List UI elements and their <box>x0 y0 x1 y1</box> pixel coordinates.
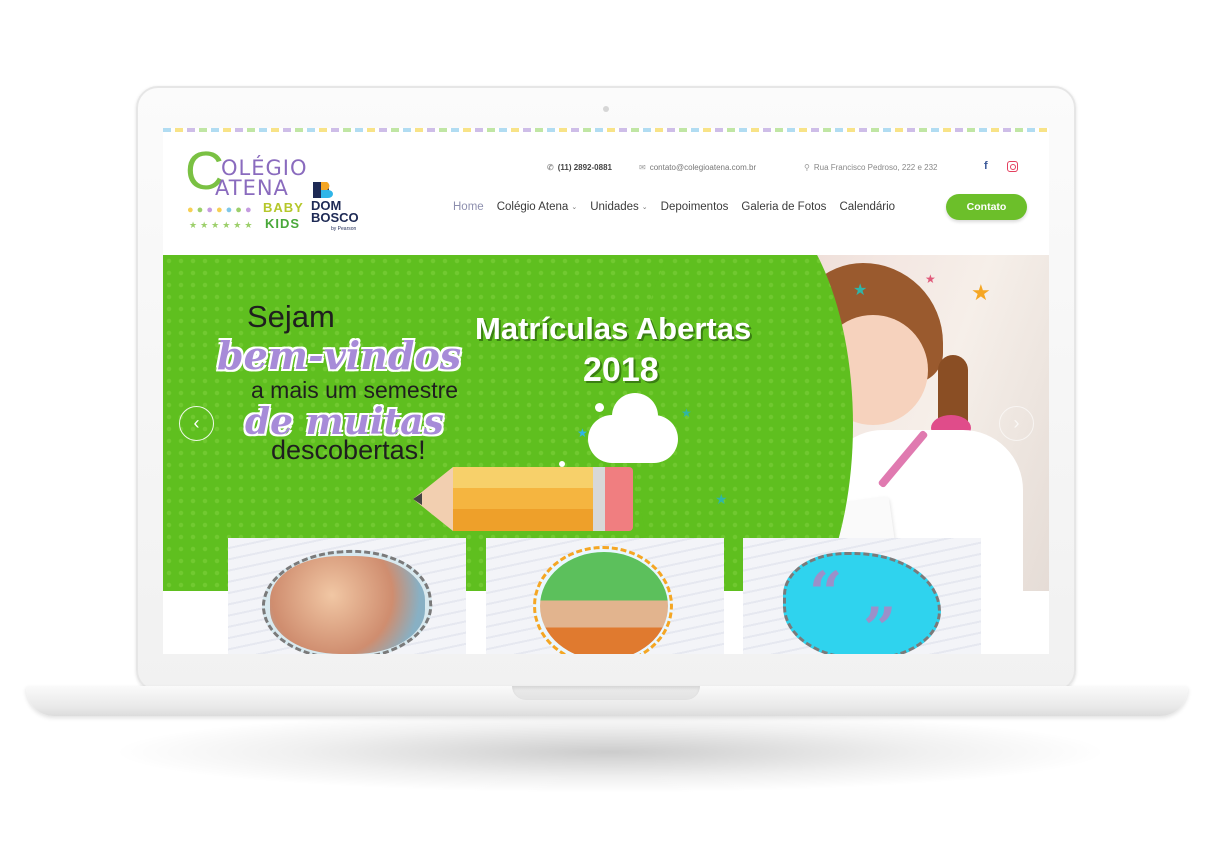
logo-baby: BABY <box>263 200 304 215</box>
logo-line-atena: ATENA <box>215 176 289 200</box>
kids-in-boat-photo <box>540 552 668 654</box>
laptop-camera <box>603 106 609 112</box>
hero-descobertas: descobertas! <box>271 435 426 465</box>
topbar-phone[interactable]: ✆ (11) 2892-0881 <box>547 163 612 172</box>
facebook-icon[interactable]: f <box>984 160 988 172</box>
topbar-email[interactable]: ✉ contato@colegioatena.com.br <box>639 163 756 172</box>
site-logo[interactable]: C OLÉGIO ATENA ●●●●●●● ★★★★★★ BABY KIDS … <box>181 144 371 236</box>
dom-bosco-sub: by Pearson <box>331 226 357 232</box>
slider-next-button[interactable]: › <box>999 406 1034 441</box>
address-text: Rua Francisco Pedroso, 222 e 232 <box>813 163 938 172</box>
dom-bosco-wordmark: DOM BOSCO <box>311 199 359 225</box>
hero-year: 2018 <box>583 351 659 389</box>
nav-label: Unidades <box>590 201 639 213</box>
card-kids-playing[interactable] <box>228 538 466 654</box>
hero-bem-vindos: bem-vindos <box>217 333 462 378</box>
hero-sejam: Sejam <box>247 299 335 334</box>
contact-button[interactable]: Contato <box>946 194 1027 220</box>
chevron-down-icon: ⌄ <box>571 204 578 211</box>
hero-semestre: a mais um semestre <box>251 377 459 403</box>
nav-label: Depoimentos <box>660 201 729 213</box>
email-text: contato@colegioatena.com.br <box>649 163 757 172</box>
logo-stars-decoration: ★★★★★★ <box>189 220 256 230</box>
close-quote-icon: ” <box>863 595 897 654</box>
nav-item-colegio-atena[interactable]: Colégio Atena ⌄ <box>497 201 578 213</box>
chevron-left-icon: ‹ <box>193 413 200 433</box>
mockup-stage: C OLÉGIO ATENA ●●●●●●● ★★★★★★ BABY KIDS … <box>0 0 1214 847</box>
laptop-shadow <box>120 712 1100 792</box>
nav-label: Calendário <box>839 201 896 213</box>
pencil-lead <box>413 493 422 505</box>
logo-kids: KIDS <box>265 216 301 231</box>
slider-prev-button[interactable]: ‹ <box>179 406 214 441</box>
star-icon: ★ <box>853 282 868 299</box>
star-icon: ★ <box>715 491 728 507</box>
phone-text: (11) 2892-0881 <box>557 163 612 172</box>
nav-item-galeria[interactable]: Galeria de Fotos <box>741 201 826 213</box>
dom-bosco-line2: BOSCO <box>311 210 359 225</box>
chevron-right-icon: › <box>1013 413 1020 433</box>
star-icon: ★ <box>925 272 936 286</box>
dom-bosco-logo-icon <box>313 182 333 198</box>
confetti-strip <box>163 128 1049 132</box>
nav-item-calendario[interactable]: Calendário <box>839 201 895 213</box>
kids-playing-photo <box>270 556 425 654</box>
laptop-notch <box>512 686 700 700</box>
nav-item-home[interactable]: Home <box>453 201 484 213</box>
pencil-illustration <box>413 467 633 531</box>
topbar-address: ⚲ Rua Francisco Pedroso, 222 e 232 <box>804 163 938 172</box>
pencil-body <box>453 467 593 531</box>
hero-matriculas-title: Matrículas Abertas <box>475 311 752 346</box>
nav-item-unidades[interactable]: Unidades ⌄ <box>590 201 647 213</box>
nav-item-depoimentos[interactable]: Depoimentos <box>661 201 729 213</box>
star-icon: ★ <box>577 426 588 440</box>
star-icon: ★ <box>681 406 692 420</box>
open-quote-icon: “ <box>809 559 843 627</box>
nav-label: Home <box>453 201 484 213</box>
decor-dot <box>595 403 604 412</box>
pencil-band <box>593 467 605 531</box>
quote-bubble <box>783 552 941 654</box>
star-icon: ★ <box>971 280 991 305</box>
cloud-decoration <box>588 393 678 463</box>
phone-icon: ✆ <box>547 163 554 172</box>
card-testimonials[interactable]: “ ” <box>743 538 981 654</box>
pencil-eraser <box>605 467 633 531</box>
chevron-down-icon: ⌄ <box>641 204 648 211</box>
logo-dots-decoration: ●●●●●●● <box>187 204 255 216</box>
envelope-icon: ✉ <box>639 163 646 172</box>
instagram-icon[interactable] <box>1007 161 1018 172</box>
nav-label: Galeria de Fotos <box>741 201 827 213</box>
card-kids-boat[interactable] <box>486 538 724 654</box>
nav-label: Colégio Atena <box>496 201 569 213</box>
main-nav: Home Colégio Atena ⌄ Unidades ⌄ Depoimen… <box>453 201 895 213</box>
map-pin-icon: ⚲ <box>804 163 810 172</box>
website-screen: C OLÉGIO ATENA ●●●●●●● ★★★★★★ BABY KIDS … <box>163 128 1049 654</box>
